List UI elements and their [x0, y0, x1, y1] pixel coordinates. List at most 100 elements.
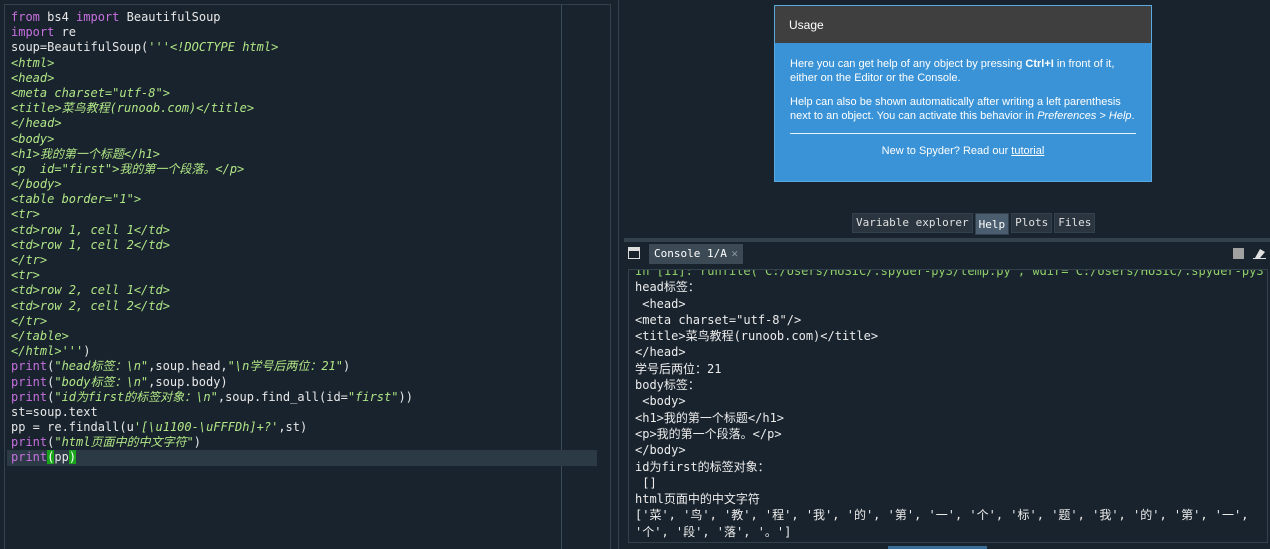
console-line: <p>我的第一个段落。</p>	[635, 426, 782, 441]
code-line[interactable]: st=soup.text	[11, 405, 593, 420]
code-line[interactable]: </table>	[11, 329, 593, 344]
code-line[interactable]: <h1>我的第一个标题</h1>	[11, 147, 593, 162]
stop-icon[interactable]	[1233, 248, 1244, 259]
code-line[interactable]: </body>	[11, 177, 593, 192]
eraser-icon[interactable]	[1253, 248, 1266, 259]
usage-title: Usage	[775, 6, 1151, 43]
help-pane: Usage Here you can get help of any objec…	[624, 0, 1270, 238]
shortcut-key: Ctrl+I	[1025, 58, 1054, 70]
console-output-area[interactable]: In [11]: runfile('C:/Users/HUSIC/.spyder…	[628, 269, 1268, 543]
code-token: print	[11, 374, 48, 389]
code-line[interactable]: <tr>	[11, 207, 593, 222]
usage-card: Usage Here you can get help of any objec…	[774, 5, 1152, 182]
code-token: ,soup.body)	[148, 374, 228, 389]
code-token: <p id="first">我的第一个段落。</p>	[11, 161, 245, 176]
close-icon[interactable]: ✕	[731, 244, 738, 264]
tab-console-1a[interactable]: Console 1/A ✕	[649, 244, 743, 264]
code-area[interactable]: from bs4 import BeautifulSoup import re so…	[7, 10, 597, 466]
code-line[interactable]: pp = re.findall(u'[\u1100-\uFFFDh]+?',st…	[11, 420, 593, 435]
console-line: <meta charset="utf-8"/>	[635, 312, 802, 327]
console-line: '个', '段', '落', '。']	[635, 524, 792, 539]
code-token: </table>	[11, 328, 69, 343]
tab-variable-explorer[interactable]: Variable explorer	[852, 213, 973, 233]
tab-files[interactable]: Files	[1054, 213, 1096, 233]
code-line[interactable]: print(pp)	[7, 450, 597, 466]
usage-body: Here you can get help of any object by p…	[775, 43, 1151, 158]
tutorial-link[interactable]: tutorial	[1011, 145, 1044, 157]
code-token: "first"	[347, 389, 399, 404]
tab-help[interactable]: Help	[974, 213, 1010, 235]
console-output: In [11]: runfile('C:/Users/HUSIC/.spyder…	[635, 270, 1267, 540]
usage-separator	[790, 133, 1136, 134]
code-line[interactable]: </head>	[11, 116, 593, 131]
code-token: "html页面中的中文字符"	[54, 435, 194, 450]
code-line[interactable]: <tr>	[11, 268, 593, 283]
code-token: '''<!DOCTYPE html>	[148, 40, 279, 55]
code-line[interactable]: print("id为first的标签对象：\n",soup.find_all(i…	[11, 390, 593, 405]
code-token: re	[54, 25, 77, 40]
code-token: ))	[398, 389, 413, 404]
code-token: st=soup.text	[11, 404, 98, 419]
code-token: ,st)	[278, 420, 308, 435]
code-token: <head>	[11, 70, 55, 85]
code-token: print	[11, 359, 48, 374]
code-line[interactable]: from bs4 import BeautifulSoup	[11, 10, 593, 25]
code-line[interactable]: <p id="first">我的第一个段落。</p>	[11, 162, 593, 177]
help-tabbar: Variable explorer Help Plots Files	[852, 213, 1096, 235]
code-line[interactable]: soup=BeautifulSoup('''<!DOCTYPE html>	[11, 40, 593, 55]
usage-paragraph-2: Help can also be shown automatically aft…	[790, 96, 1135, 122]
console-tabbar: Console 1/A ✕	[624, 242, 1270, 266]
code-token: </tr>	[11, 253, 48, 267]
console-line: </body>	[635, 443, 686, 458]
code-token: "\n学号后两位：21"	[227, 359, 344, 374]
code-line[interactable]: <body>	[11, 132, 593, 147]
code-line[interactable]: </tr>	[11, 314, 593, 329]
code-token: '[\u1100-\uFFFDh]+?'	[133, 420, 279, 435]
code-line[interactable]: </html>''')	[11, 344, 593, 359]
console-pane: Console 1/A ✕ In [11]: runfile('C:/Users…	[624, 242, 1270, 549]
code-line[interactable]: <head>	[11, 71, 593, 86]
code-line[interactable]: print("html页面中的中文字符")	[11, 435, 593, 450]
code-token: <td>row 2, cell 2</td>	[11, 298, 170, 313]
code-token: <title>菜鸟教程(runoob.com)</title>	[11, 101, 255, 116]
code-line[interactable]: print("head标签：\n",soup.head,"\n学号后两位：21"…	[11, 359, 593, 374]
code-line[interactable]: <table border="1">	[11, 192, 593, 207]
console-line: <title>菜鸟教程(runoob.com)</title>	[635, 329, 879, 344]
code-line[interactable]: <td>row 2, cell 2</td>	[11, 299, 593, 314]
code-line[interactable]: <meta charset="utf-8">	[11, 86, 593, 101]
code-line[interactable]: <td>row 1, cell 1</td>	[11, 223, 593, 238]
code-line[interactable]: print("body标签：\n",soup.body)	[11, 375, 593, 390]
console-line: <h1>我的第一个标题</h1>	[635, 410, 785, 425]
code-token: )	[68, 450, 77, 465]
console-line: 学号后两位：21	[635, 361, 722, 376]
code-line[interactable]: import re	[11, 25, 593, 40]
code-token: <table border="1">	[11, 192, 142, 207]
code-line[interactable]: <td>row 2, cell 1</td>	[11, 283, 593, 298]
code-token: bs4	[39, 10, 77, 24]
code-token: <td>row 2, cell 1</td>	[11, 283, 170, 298]
code-token: <body>	[11, 131, 55, 146]
code-token: <td>row 1, cell 1</td>	[11, 222, 170, 237]
console-line: body标签：	[635, 378, 700, 393]
code-token: </body>	[11, 177, 62, 192]
code-token: "id为first的标签对象：\n"	[54, 389, 218, 404]
editor-pane[interactable]: from bs4 import BeautifulSoup import re so…	[0, 0, 619, 549]
new-window-icon[interactable]	[628, 247, 640, 259]
code-token: BeautifulSoup	[119, 10, 221, 24]
code-line[interactable]: <td>row 1, cell 2</td>	[11, 238, 593, 253]
code-token: <h1>我的第一个标题</h1>	[11, 146, 161, 161]
code-token: "body标签：\n"	[54, 374, 149, 389]
tab-plots[interactable]: Plots	[1011, 213, 1053, 233]
console-tab-label: Console 1/A	[654, 247, 727, 260]
code-line[interactable]: <title>菜鸟教程(runoob.com)</title>	[11, 101, 593, 116]
code-token: )	[83, 344, 91, 359]
code-token: </html>'''	[11, 344, 84, 359]
code-line[interactable]: <html>	[11, 56, 593, 71]
code-token: pp	[54, 450, 69, 465]
console-line: head标签：	[635, 280, 700, 295]
code-token: print	[11, 435, 48, 450]
code-token: )	[343, 359, 351, 374]
console-line: html页面中的中文字符	[635, 492, 760, 507]
code-line[interactable]: </tr>	[11, 253, 593, 268]
code-token: <tr>	[11, 207, 40, 222]
